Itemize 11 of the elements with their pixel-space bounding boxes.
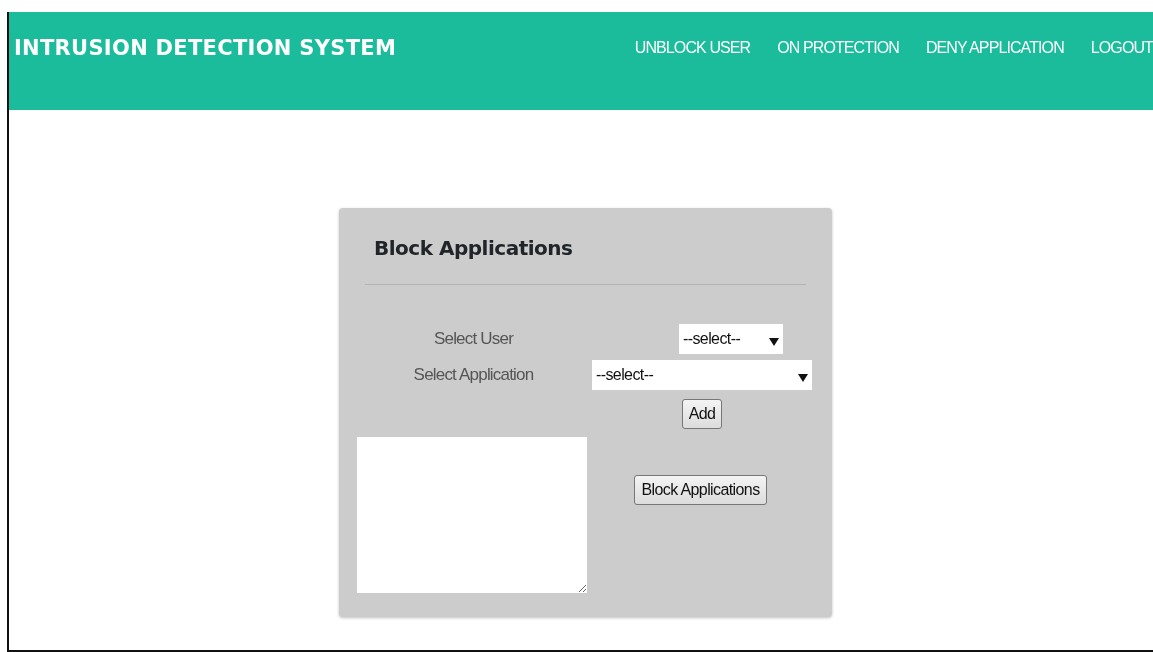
select-field[interactable]: --select-- xyxy=(592,360,812,390)
brand-title: INTRUSION DETECTION SYSTEM xyxy=(13,35,397,62)
add-button[interactable]: Add xyxy=(681,399,723,429)
text-area[interactable] xyxy=(357,437,587,593)
field-label: Select User xyxy=(432,328,515,351)
field-label: Select Application xyxy=(412,364,535,387)
panel-title: Block Applications xyxy=(374,236,574,260)
caret-icon xyxy=(798,374,808,382)
select-field[interactable]: --select-- xyxy=(679,324,783,354)
block-applications-button[interactable]: Block Applications xyxy=(634,475,767,505)
caret-icon xyxy=(769,338,779,346)
